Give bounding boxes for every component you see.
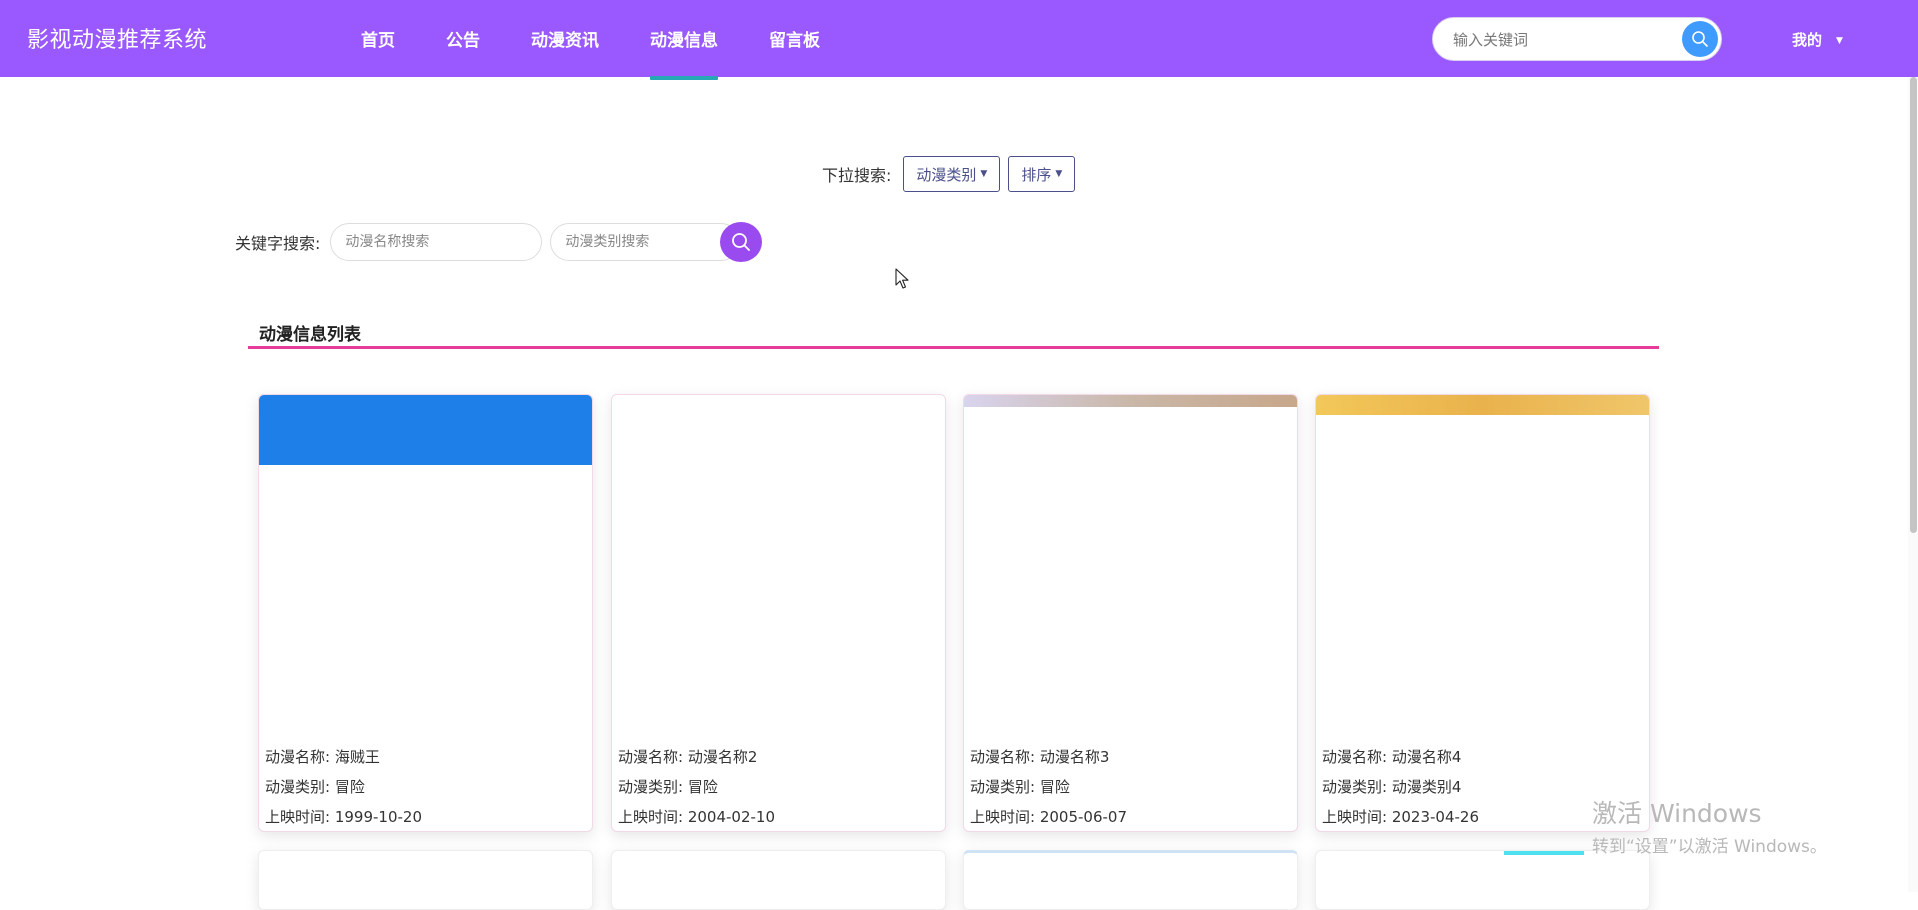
chevron-down-icon: ▼ (1836, 35, 1843, 46)
category-dropdown[interactable]: 动漫类别 ▼ (903, 156, 1001, 192)
anime-name-label: 动漫名称: (1322, 748, 1388, 766)
scrollbar-thumb[interactable] (1910, 77, 1917, 533)
anime-name-label: 动漫名称: (265, 748, 331, 766)
search-icon (732, 233, 751, 251)
dropdown-filter-row: 下拉搜索: 动漫类别 ▼ 排序 ▼ (822, 155, 1083, 193)
anime-name: 动漫名称2 (687, 748, 758, 766)
anime-type-label: 动漫类别: (970, 778, 1036, 796)
keyword-search-button[interactable] (720, 222, 763, 262)
anime-card[interactable] (258, 850, 593, 910)
anime-card-info: 动漫名称: 动漫名称2 动漫类别: 冒险 上映时间: 2004-02-10 (618, 742, 776, 831)
anime-card[interactable]: 动漫名称: 动漫名称2 动漫类别: 冒险 上映时间: 2004-02-10 (611, 394, 946, 832)
header-search-input[interactable] (1451, 28, 1665, 52)
anime-name-label: 动漫名称: (970, 748, 1036, 766)
anime-card[interactable]: 动漫名称: 海贼王 动漫类别: 冒险 上映时间: 1999-10-20 (258, 394, 593, 832)
anime-poster (1316, 395, 1649, 415)
category-dropdown-label: 动漫类别 (916, 165, 977, 184)
anime-poster (612, 395, 945, 403)
anime-card-info: 动漫名称: 动漫名称3 动漫类别: 冒险 上映时间: 2005-06-07 (970, 742, 1128, 831)
windows-activation-watermark: 激活 Windows 转到“设置”以激活 Windows。 (1592, 794, 1827, 857)
nav-home[interactable]: 首页 (361, 0, 395, 77)
keyword-search-row: 关键字搜索: (235, 222, 790, 262)
anime-card[interactable] (1315, 850, 1650, 910)
anime-card[interactable] (611, 850, 946, 910)
search-icon (1692, 31, 1708, 47)
release-date-label: 上映时间: (618, 808, 684, 826)
anime-type: 冒险 (334, 778, 365, 796)
anime-poster (259, 395, 592, 465)
main-nav: 首页 公告 动漫资讯 动漫信息 留言板 (361, 0, 871, 80)
release-date: 2005-06-07 (1039, 808, 1128, 826)
page-scrollbar[interactable] (1908, 77, 1918, 892)
release-date-label: 上映时间: (970, 808, 1036, 826)
anime-name: 动漫名称3 (1039, 748, 1110, 766)
anime-name-search-input[interactable] (330, 223, 543, 261)
watermark-title: 激活 Windows (1592, 799, 1762, 828)
anime-type: 冒险 (1039, 778, 1070, 796)
section-title: 动漫信息列表 (259, 325, 361, 345)
anime-card[interactable] (963, 850, 1298, 910)
caret-down-icon: ▼ (980, 169, 988, 179)
nav-announcements[interactable]: 公告 (446, 0, 480, 77)
release-date: 1999-10-20 (334, 808, 423, 826)
caret-down-icon: ▼ (1055, 169, 1063, 179)
nav-message-board[interactable]: 留言板 (769, 0, 820, 77)
keyword-search-label: 关键字搜索: (235, 234, 321, 253)
release-date-label: 上映时间: (265, 808, 331, 826)
site-title[interactable]: 影视动漫推荐系统 (27, 22, 207, 54)
release-date-label: 上映时间: (1322, 808, 1388, 826)
top-navbar: 影视动漫推荐系统 首页 公告 动漫资讯 动漫信息 留言板 我的 ▼ (0, 0, 1918, 80)
anime-type-label: 动漫类别: (1322, 778, 1388, 796)
header-search-box (1432, 17, 1722, 61)
anime-card[interactable]: 动漫名称: 动漫名称3 动漫类别: 冒险 上映时间: 2005-06-07 (963, 394, 1298, 832)
anime-category-search-input[interactable] (550, 223, 741, 261)
user-menu[interactable]: 我的 ▼ (1792, 29, 1843, 50)
anime-card[interactable]: 动漫名称: 动漫名称4 动漫类别: 动漫类别4 上映时间: 2023-04-26 (1315, 394, 1650, 832)
anime-poster (964, 395, 1297, 407)
anime-card-info: 动漫名称: 动漫名称4 动漫类别: 动漫类别4 上映时间: 2023-04-26 (1322, 742, 1480, 831)
anime-type: 冒险 (687, 778, 718, 796)
sort-dropdown-label: 排序 (1021, 165, 1052, 184)
anime-name: 动漫名称4 (1391, 748, 1462, 766)
release-date: 2004-02-10 (687, 808, 776, 826)
section-divider (248, 346, 1659, 349)
release-date: 2023-04-26 (1391, 808, 1480, 826)
nav-anime-info[interactable]: 动漫信息 (650, 0, 718, 80)
anime-type-label: 动漫类别: (265, 778, 331, 796)
anime-type: 动漫类别4 (1391, 778, 1462, 796)
anime-name-label: 动漫名称: (618, 748, 684, 766)
mouse-cursor-icon (895, 268, 909, 289)
header-search-button[interactable] (1682, 21, 1718, 57)
anime-type-label: 动漫类别: (618, 778, 684, 796)
user-menu-label: 我的 (1792, 31, 1823, 49)
anime-name: 海贼王 (334, 748, 380, 766)
anime-poster (1504, 851, 1584, 855)
dropdown-search-label: 下拉搜索: (822, 166, 892, 185)
watermark-subtitle: 转到“设置”以激活 Windows。 (1592, 837, 1827, 857)
sort-dropdown[interactable]: 排序 ▼ (1008, 156, 1076, 192)
anime-card-info: 动漫名称: 海贼王 动漫类别: 冒险 上映时间: 1999-10-20 (265, 742, 423, 831)
nav-anime-news[interactable]: 动漫资讯 (531, 0, 599, 77)
